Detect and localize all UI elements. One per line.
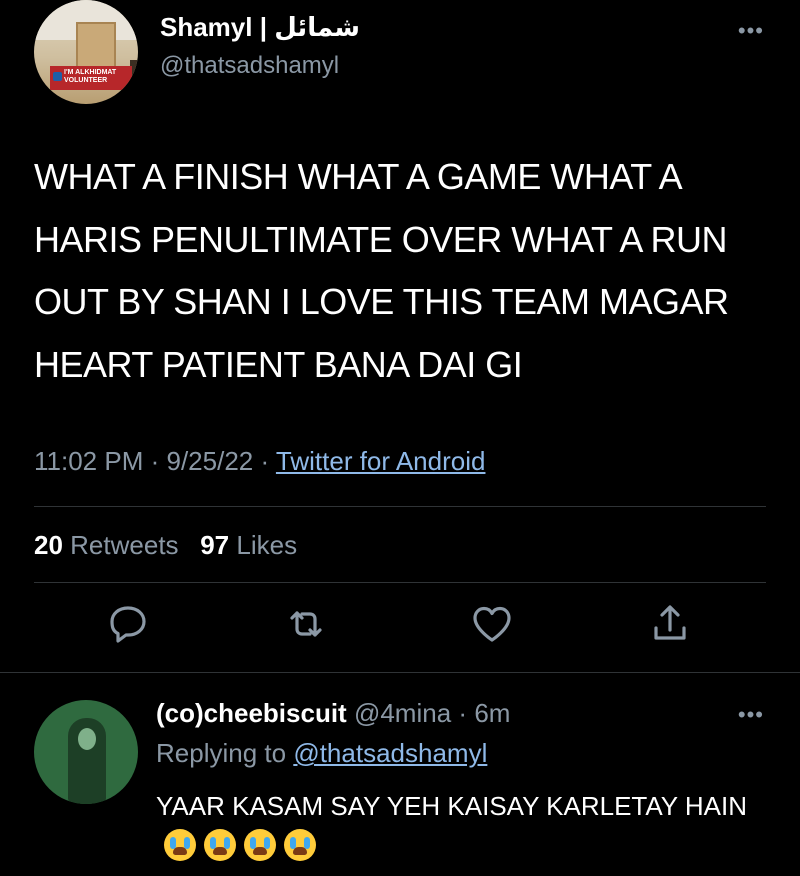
reply-header: (co)cheebiscuit @4mina · 6m: [156, 698, 511, 728]
loudly-crying-face-icon: [204, 829, 236, 861]
tweet-header: I'M ALKHIDMAT VOLUNTEER Shamyl | شمائل @…: [0, 0, 800, 110]
loudly-crying-face-icon: [244, 829, 276, 861]
share-icon[interactable]: [646, 600, 694, 648]
author-name[interactable]: Shamyl | شمائل: [160, 12, 360, 43]
author-handle[interactable]: @thatsadshamyl: [160, 52, 339, 80]
tweet-action-bar: [0, 600, 800, 656]
author-avatar[interactable]: I'M ALKHIDMAT VOLUNTEER: [34, 0, 138, 104]
tweet-date: 9/25/22: [166, 446, 254, 476]
loudly-crying-face-icon: [164, 829, 196, 861]
reply-ellipsis-icon[interactable]: •••: [738, 702, 764, 728]
section-divider: [0, 672, 800, 673]
retweets-stat[interactable]: 20 Retweets: [34, 530, 179, 560]
retweet-icon[interactable]: [282, 600, 330, 648]
divider: [34, 582, 766, 583]
reply-text: YAAR KASAM SAY YEH KAISAY KARLETAY HAIN: [156, 786, 776, 866]
avatar-banner: I'M ALKHIDMAT VOLUNTEER: [50, 66, 132, 90]
tweet-meta: 11:02 PM · 9/25/22 · Twitter for Android: [34, 446, 486, 476]
loudly-crying-face-icon: [284, 829, 316, 861]
likes-stat[interactable]: 97 Likes: [200, 530, 297, 560]
tweet-time: 11:02 PM: [34, 446, 144, 476]
reply-author-avatar[interactable]: [34, 700, 138, 804]
replying-to: Replying to @thatsadshamyl: [156, 738, 488, 768]
reply-author-name[interactable]: (co)cheebiscuit: [156, 698, 347, 728]
tweet-text: WHAT A FINISH WHAT A GAME WHAT A HARIS P…: [34, 156, 729, 385]
ellipsis-icon[interactable]: •••: [738, 18, 764, 44]
heart-icon[interactable]: [468, 600, 516, 648]
tweet-source-link[interactable]: Twitter for Android: [276, 446, 486, 476]
alkhidmat-logo-icon: [53, 72, 62, 81]
replying-to-link[interactable]: @thatsadshamyl: [293, 738, 487, 768]
reply-author-handle[interactable]: @4mina: [354, 698, 451, 728]
divider: [34, 506, 766, 507]
reply-bubble-icon[interactable]: [104, 600, 152, 648]
tweet-stats: 20 Retweets 97 Likes: [34, 530, 297, 561]
reply-time: 6m: [474, 698, 511, 728]
